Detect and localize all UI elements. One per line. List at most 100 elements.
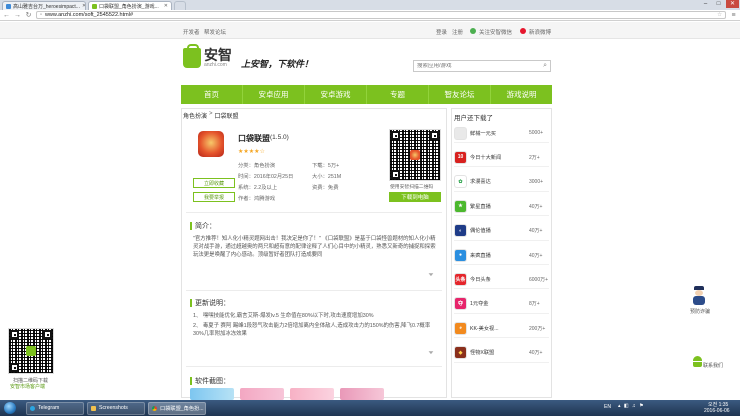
app-author: 作者：鸿腾游戏 bbox=[238, 196, 276, 202]
telegram-icon bbox=[30, 405, 35, 411]
also-downloaded-item[interactable]: ◐ 偶伦值播 40万+ bbox=[454, 222, 549, 241]
also-downloaded-item[interactable]: 头条 今日头条 6000万+ bbox=[454, 270, 549, 290]
expand-update-icon[interactable]: ▼ bbox=[427, 350, 435, 355]
also-downloaded-item[interactable]: ● 来疯直播 40万+ bbox=[454, 246, 549, 265]
browser-tab-1[interactable]: 高山雅吉台万_heroesimpact... ✕ bbox=[2, 1, 86, 10]
wechat-follow-link[interactable]: 关注安智微信 bbox=[479, 28, 512, 36]
forum-link[interactable]: 帮发论坛 bbox=[204, 28, 226, 36]
app-name[interactable]: 今日头条 bbox=[470, 276, 526, 283]
search-box[interactable]: ⌕ bbox=[413, 60, 551, 72]
tab-favicon-icon bbox=[6, 3, 11, 9]
register-link[interactable]: 注册 bbox=[452, 28, 463, 36]
language-indicator[interactable]: EN bbox=[604, 404, 611, 410]
app-name[interactable]: 偶伦值播 bbox=[470, 227, 526, 234]
browser-tab-2[interactable]: 口袋联盟_角色扮演_游戏... ✕ bbox=[88, 1, 172, 10]
app-name[interactable]: 怪物X联盟 bbox=[470, 349, 526, 356]
start-button[interactable] bbox=[0, 400, 20, 416]
app-name[interactable]: 今日十大新闻 bbox=[470, 154, 526, 161]
update-heading: 更新说明： bbox=[190, 298, 230, 308]
screenshot-thumb[interactable] bbox=[340, 388, 384, 400]
section-divider bbox=[186, 212, 442, 213]
tab-close-icon[interactable]: ✕ bbox=[82, 3, 85, 9]
chrome-icon bbox=[152, 405, 157, 411]
clock-date[interactable]: 2016-06-06 bbox=[704, 408, 730, 414]
client-qr-code bbox=[8, 328, 54, 374]
menu-icon[interactable]: ≡ bbox=[730, 12, 737, 19]
app-thumb-icon: 头条 bbox=[454, 272, 467, 286]
download-count: 200万+ bbox=[529, 325, 546, 332]
taskbar-telegram[interactable]: Telegram bbox=[26, 401, 84, 415]
breadcrumb: 角色扮演 > 口袋联盟 bbox=[183, 111, 239, 120]
nav-android-apps[interactable]: 安卓应用 bbox=[243, 85, 305, 104]
breadcrumb-category[interactable]: 角色扮演 bbox=[183, 111, 207, 120]
app-thumb-icon: ★ bbox=[454, 199, 467, 213]
login-link[interactable]: 登录 bbox=[436, 28, 447, 36]
bookmark-star-icon[interactable]: ☆ bbox=[717, 12, 722, 18]
app-thumb-icon: 夺 bbox=[454, 297, 467, 311]
search-input[interactable] bbox=[417, 63, 544, 69]
app-thumb-icon: ◆ bbox=[454, 346, 467, 360]
developer-link[interactable]: 开发者 bbox=[183, 28, 200, 36]
screenshot-thumb[interactable] bbox=[240, 388, 284, 400]
app-thumb-icon: 10 bbox=[454, 150, 467, 164]
also-downloaded-item[interactable]: ◆ 怪物X联盟 40万+ bbox=[454, 344, 549, 363]
nav-forum[interactable]: 智友论坛 bbox=[429, 85, 491, 104]
address-toolbar: ← → ↻ ▫ www.anzhi.com/soft_2545522.html#… bbox=[0, 10, 740, 21]
site-slogan: 上安智，下软件！ bbox=[241, 59, 314, 69]
app-qr-code bbox=[389, 129, 441, 181]
also-downloaded-item[interactable]: ◕ KK-美女视... 200万+ bbox=[454, 319, 549, 339]
police-mascot-icon[interactable] bbox=[690, 286, 708, 306]
also-downloaded-item[interactable]: 10 今日十大新闻 2万+ bbox=[454, 148, 549, 168]
expand-intro-icon[interactable]: ▼ bbox=[427, 272, 435, 277]
nav-android-games[interactable]: 安卓游戏 bbox=[305, 85, 367, 104]
anti-fraud-label[interactable]: 预防诈骗 bbox=[690, 308, 710, 315]
download-count: 40万+ bbox=[529, 228, 543, 235]
app-name[interactable]: 来疯直播 bbox=[470, 252, 526, 259]
app-name[interactable]: 鲜械一元买 bbox=[470, 130, 526, 137]
app-name[interactable]: 1元夺金 bbox=[470, 300, 526, 307]
favorite-button[interactable]: 立即收藏 bbox=[193, 178, 235, 188]
client-qr-sublabel[interactable]: 安智市场客户端 bbox=[10, 383, 45, 390]
report-button[interactable]: 我要举报 bbox=[193, 192, 235, 202]
also-downloaded-item[interactable]: ★ 繁星直播 40万+ bbox=[454, 197, 549, 217]
app-name[interactable]: KK-美女视... bbox=[470, 325, 526, 332]
url-bar[interactable]: ▫ www.anzhi.com/soft_2545522.html# ☆ bbox=[36, 11, 726, 19]
tab-title: 高山雅吉台万_heroesimpact... bbox=[13, 3, 80, 10]
app-name[interactable]: 求漫喜达 bbox=[470, 178, 526, 185]
nav-game-guide[interactable]: 游戏说明 bbox=[491, 85, 552, 104]
taskbar-item-label: Telegram bbox=[38, 405, 60, 411]
screenshot-thumb[interactable] bbox=[190, 388, 234, 400]
weibo-link[interactable]: 新浪微博 bbox=[529, 28, 551, 36]
taskbar-screenshots[interactable]: Screenshots bbox=[87, 401, 145, 415]
minimize-button[interactable]: – bbox=[699, 0, 712, 8]
reload-icon[interactable]: ↻ bbox=[25, 11, 32, 19]
app-name[interactable]: 繁星直播 bbox=[470, 203, 526, 210]
screenshot-thumb[interactable] bbox=[290, 388, 334, 400]
maximize-button[interactable]: □ bbox=[712, 0, 725, 8]
download-count: 3000+ bbox=[529, 178, 544, 185]
contact-us-link[interactable]: 联系我们 bbox=[703, 362, 723, 369]
search-icon[interactable]: ⌕ bbox=[543, 62, 547, 70]
site-logo[interactable]: 安智 anzhi.com bbox=[183, 44, 232, 68]
app-thumb-icon: ✿ bbox=[454, 175, 467, 189]
also-downloaded-item[interactable]: 鲜械一元买 5000+ bbox=[454, 124, 549, 143]
taskbar-chrome[interactable]: 口袋联盟_角色扮... bbox=[148, 401, 206, 415]
nav-topics[interactable]: 专题 bbox=[367, 85, 429, 104]
back-icon[interactable]: ← bbox=[3, 12, 10, 19]
download-count: 40万+ bbox=[529, 203, 543, 210]
android-icon bbox=[692, 356, 703, 367]
also-downloaded-item[interactable]: ✿ 求漫喜达 3000+ bbox=[454, 173, 549, 192]
close-window-button[interactable]: ✕ bbox=[726, 0, 739, 8]
nav-home[interactable]: 首页 bbox=[181, 85, 243, 104]
forward-icon[interactable]: → bbox=[14, 12, 21, 19]
intro-text: "官方推荐！知人化小精灵题网出击！我决定是你了！" 《口袋联盟》是基于口袋怪兽题… bbox=[193, 236, 436, 259]
new-tab-button[interactable] bbox=[174, 1, 186, 10]
clock-time[interactable]: 오전 1:35 bbox=[708, 401, 728, 408]
intro-heading: 简介： bbox=[190, 221, 216, 231]
tray-icons[interactable]: ▴ ◧ ♫ ⚑ bbox=[618, 403, 645, 409]
tab-close-icon[interactable]: ✕ bbox=[164, 3, 168, 9]
download-to-pc-button[interactable]: 下载到电脑 bbox=[389, 192, 441, 202]
tab-title: 口袋联盟_角色扮演_游戏... bbox=[99, 3, 159, 10]
also-downloaded-item[interactable]: 夺 1元夺金 8万+ bbox=[454, 295, 549, 314]
app-date: 时间：2016年02月25日 bbox=[238, 174, 294, 180]
